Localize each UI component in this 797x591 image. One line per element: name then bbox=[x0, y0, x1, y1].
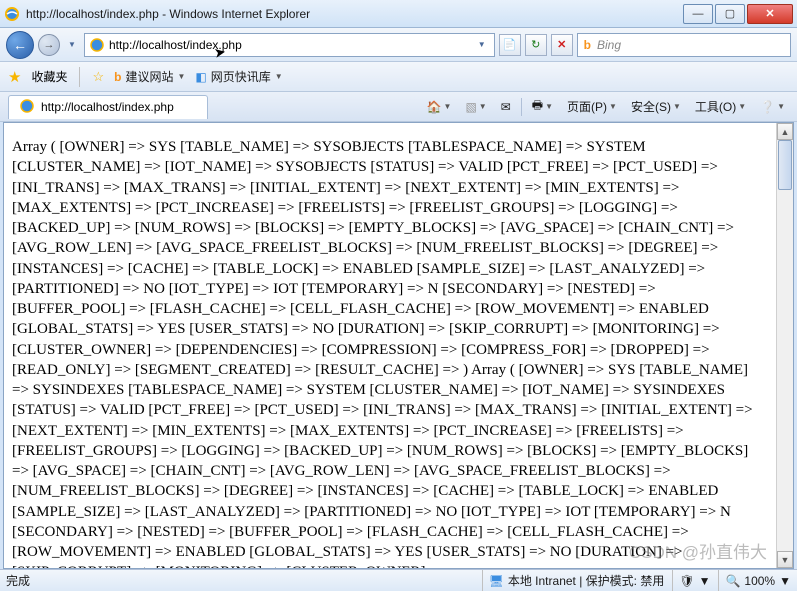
page-menu-label: 页面(P) bbox=[567, 98, 607, 115]
home-button[interactable]: 🏠▼ bbox=[423, 98, 456, 116]
close-button[interactable]: ✕ bbox=[747, 4, 793, 24]
read-mail-button[interactable]: ✉ bbox=[497, 98, 515, 116]
forward-button[interactable]: → bbox=[38, 34, 60, 56]
window-title: http://localhost/index.php - Windows Int… bbox=[26, 7, 681, 21]
browser-tab[interactable]: http://localhost/index.php bbox=[8, 95, 208, 119]
zone-indicator[interactable]: 🖥 本地 Intranet | 保护模式: 禁用 bbox=[482, 570, 665, 591]
vertical-scrollbar[interactable]: ▲ ▼ bbox=[776, 123, 793, 568]
refresh-button[interactable]: ↻ bbox=[525, 34, 547, 56]
zone-label: 本地 Intranet | 保护模式: 禁用 bbox=[508, 572, 664, 589]
address-bar[interactable]: ▼ bbox=[84, 33, 495, 57]
zoom-level: 100% bbox=[744, 574, 775, 588]
chevron-down-icon: ▼ bbox=[779, 574, 791, 588]
content-area: Array ( [OWNER] => SYS [TABLE_NAME] => S… bbox=[3, 122, 794, 569]
stop-button[interactable]: ✕ bbox=[551, 34, 573, 56]
navigation-bar: ← → ▼ ▼ 📄 ↻ ✕ b Bing bbox=[0, 28, 797, 62]
star-small-icon: ☆ bbox=[92, 69, 104, 85]
tab-title: http://localhost/index.php bbox=[41, 100, 174, 114]
favorites-star-icon[interactable]: ★ bbox=[8, 68, 21, 86]
web-slice-link[interactable]: ◧ 网页快讯库 ▼ bbox=[195, 68, 282, 85]
window-titlebar: http://localhost/index.php - Windows Int… bbox=[0, 0, 797, 28]
history-dropdown-icon[interactable]: ▼ bbox=[64, 37, 80, 53]
ie-tab-icon bbox=[19, 98, 35, 117]
status-bar: 完成 🖥 本地 Intranet | 保护模式: 禁用 🛡 ▼ 🔍 100% ▼ bbox=[0, 569, 797, 591]
chevron-down-icon: ▼ bbox=[177, 72, 185, 81]
address-dropdown-icon[interactable]: ▼ bbox=[474, 37, 490, 53]
favorites-label[interactable]: 收藏夹 bbox=[31, 68, 67, 85]
address-input[interactable] bbox=[109, 35, 470, 55]
web-slice-label: 网页快讯库 bbox=[211, 68, 271, 85]
safety-menu-label: 安全(S) bbox=[631, 98, 671, 115]
chevron-down-icon: ▼ bbox=[275, 72, 283, 81]
add-favorite-button[interactable]: ☆ bbox=[92, 69, 104, 85]
tab-bar: http://localhost/index.php 🏠▼ ▧▼ ✉ 🖶▼ 页面… bbox=[0, 92, 797, 122]
shield-icon: 🛡 bbox=[679, 574, 694, 588]
search-box[interactable]: b Bing bbox=[577, 33, 791, 57]
command-bar: 🏠▼ ▧▼ ✉ 🖶▼ 页面(P)▼ 安全(S)▼ 工具(O)▼ ❔▼ bbox=[423, 94, 789, 119]
scroll-up-button[interactable]: ▲ bbox=[777, 123, 793, 140]
protected-mode-toggle[interactable]: 🛡 ▼ bbox=[672, 570, 710, 591]
rss-icon: ▧ bbox=[465, 100, 476, 114]
feeds-button[interactable]: ▧▼ bbox=[461, 98, 490, 116]
mail-icon: ✉ bbox=[501, 100, 511, 114]
home-icon: 🏠 bbox=[427, 100, 442, 114]
page-body: Array ( [OWNER] => SYS [TABLE_NAME] => S… bbox=[4, 123, 776, 568]
zoom-icon: 🔍 bbox=[725, 574, 740, 588]
back-button[interactable]: ← bbox=[6, 31, 34, 59]
tools-menu-label: 工具(O) bbox=[695, 98, 736, 115]
page-menu[interactable]: 页面(P)▼ bbox=[563, 96, 621, 117]
ie-page-icon bbox=[89, 37, 105, 53]
help-button[interactable]: ❔▼ bbox=[756, 98, 789, 116]
printer-icon: 🖶 bbox=[532, 96, 543, 117]
separator bbox=[79, 67, 80, 87]
safety-menu[interactable]: 安全(S)▼ bbox=[627, 96, 685, 117]
minimize-button[interactable]: — bbox=[683, 4, 713, 24]
scroll-thumb[interactable] bbox=[778, 140, 792, 190]
tools-menu[interactable]: 工具(O)▼ bbox=[691, 96, 750, 117]
bing-icon: b bbox=[584, 38, 591, 52]
webslice-icon: ◧ bbox=[195, 70, 206, 84]
intranet-icon: 🖥 bbox=[489, 574, 504, 588]
ie-icon bbox=[4, 6, 20, 22]
compat-view-button[interactable]: 📄 bbox=[499, 34, 521, 56]
search-engine-name: Bing bbox=[597, 38, 621, 52]
suggested-sites-label: 建议网站 bbox=[125, 68, 173, 85]
print-button[interactable]: 🖶▼ bbox=[528, 94, 557, 119]
help-icon: ❔ bbox=[760, 100, 775, 114]
separator bbox=[521, 98, 522, 116]
scroll-down-button[interactable]: ▼ bbox=[777, 551, 793, 568]
bing-small-icon: b bbox=[114, 70, 121, 84]
status-done-label: 完成 bbox=[6, 572, 30, 589]
chevron-down-icon: ▼ bbox=[699, 574, 711, 588]
scroll-track[interactable] bbox=[777, 140, 793, 551]
suggested-sites-link[interactable]: b 建议网站 ▼ bbox=[114, 68, 185, 85]
maximize-button[interactable]: ▢ bbox=[715, 4, 745, 24]
favorites-bar: ★ 收藏夹 ☆ b 建议网站 ▼ ◧ 网页快讯库 ▼ bbox=[0, 62, 797, 92]
zoom-control[interactable]: 🔍 100% ▼ bbox=[718, 570, 791, 591]
